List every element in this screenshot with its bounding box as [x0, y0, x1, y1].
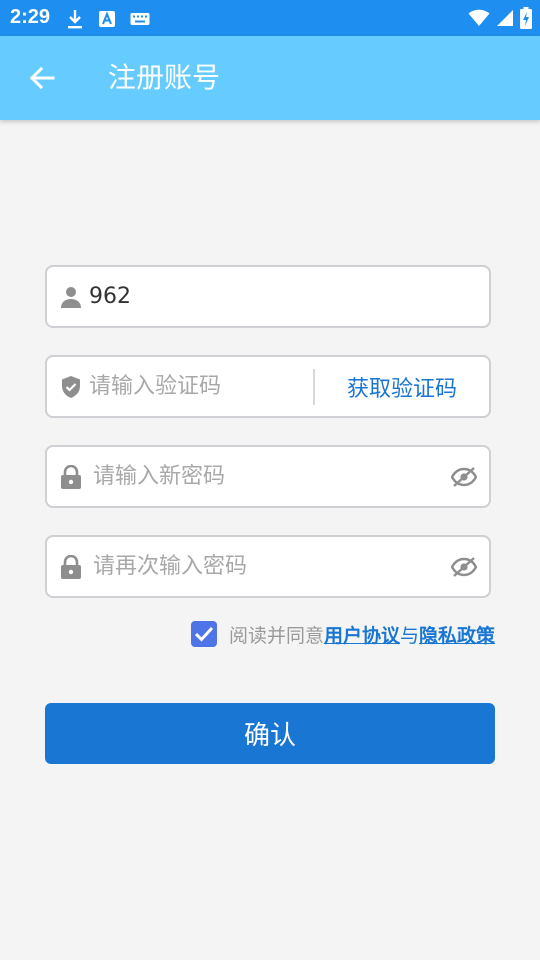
agreement-joiner: 与: [399, 624, 419, 647]
status-notification-icons: [66, 8, 164, 30]
status-bar: 2:29: [0, 0, 540, 36]
shield-icon: [61, 375, 81, 398]
app-bar: 注册账号: [0, 36, 540, 120]
text-a-icon: [98, 10, 116, 28]
user-agreement-link[interactable]: 用户协议: [324, 621, 400, 648]
confirm-password-input[interactable]: [93, 537, 443, 596]
page-title: 注册账号: [108, 61, 221, 94]
eye-off-icon[interactable]: [451, 556, 477, 578]
arrow-left-icon: [28, 64, 56, 92]
privacy-policy-link[interactable]: 隐私政策: [419, 621, 495, 648]
lock-icon: [61, 464, 81, 489]
eye-off-icon[interactable]: [451, 466, 477, 488]
user-icon: [61, 286, 81, 308]
username-field[interactable]: [45, 265, 491, 328]
wifi-icon: [468, 9, 490, 27]
back-button[interactable]: [24, 60, 60, 96]
lock-icon: [61, 554, 81, 579]
verification-code-field[interactable]: 获取验证码: [45, 355, 491, 418]
download-icon: [66, 9, 84, 29]
confirm-button[interactable]: 确认: [45, 703, 495, 764]
check-icon: [194, 626, 214, 642]
agreement-row: 阅读并同意 用户协议 与 隐私政策: [190, 619, 495, 649]
keyboard-icon: [130, 12, 150, 26]
username-input[interactable]: [89, 267, 469, 326]
battery-charging-icon: [520, 7, 532, 29]
status-system-icons: [462, 7, 532, 29]
cell-signal-icon: [496, 9, 514, 27]
new-password-input[interactable]: [93, 447, 443, 506]
agree-checkbox[interactable]: [190, 621, 217, 647]
agreement-prefix: 阅读并同意: [228, 624, 324, 647]
confirm-password-field[interactable]: [45, 535, 491, 598]
status-time: 2:29: [10, 6, 51, 28]
verification-code-input[interactable]: [89, 357, 303, 416]
new-password-field[interactable]: [45, 445, 491, 508]
get-code-button[interactable]: 获取验证码: [315, 357, 489, 416]
